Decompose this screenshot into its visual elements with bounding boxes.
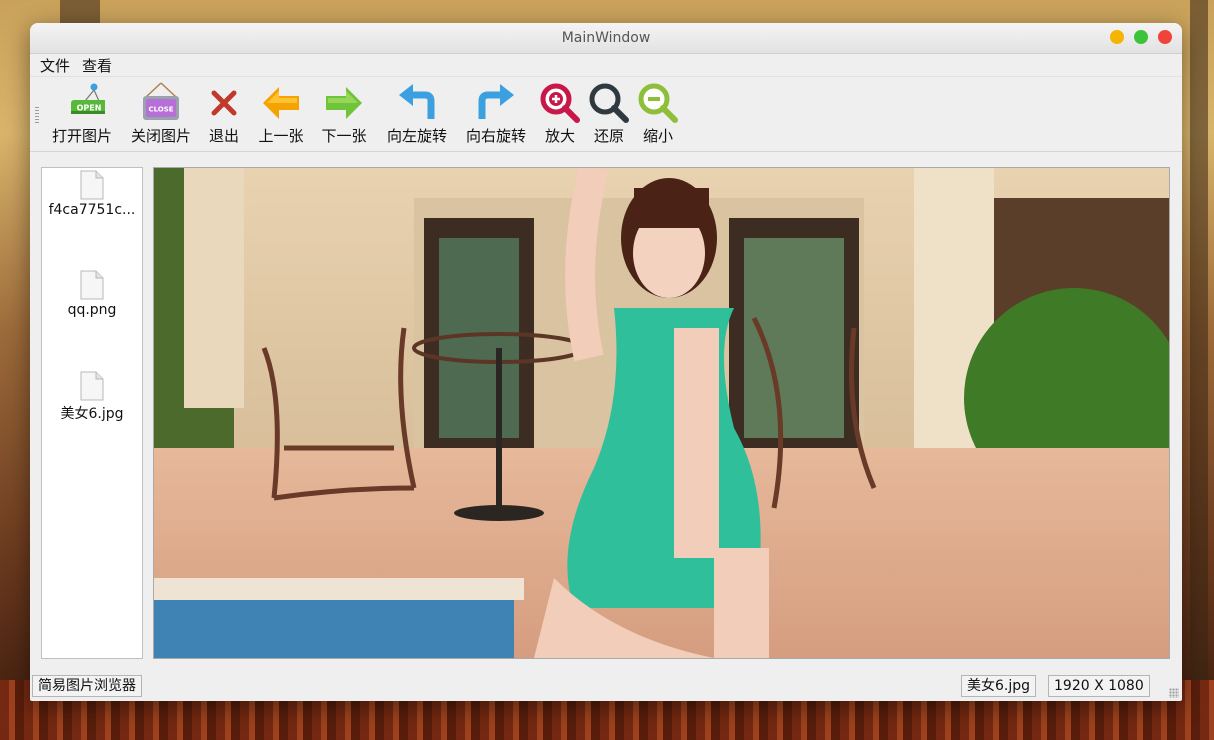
window-title: MainWindow [561, 30, 651, 46]
image-viewer[interactable] [153, 167, 1170, 659]
rotate-right-icon [473, 81, 519, 125]
app-name-label: 简易图片浏览器 [32, 675, 142, 697]
zoom-in-icon [537, 81, 583, 125]
resize-grip[interactable] [1169, 688, 1179, 698]
rotate-right-button[interactable]: 向右旋转 [464, 81, 528, 146]
zoom-reset-button[interactable]: 还原 [586, 81, 632, 146]
toolbar-label: 缩小 [642, 127, 673, 145]
previous-image-button[interactable]: 上一张 [257, 81, 305, 146]
main-window: MainWindow 文件 查看 OPEN 打开图片 CLOSE 关闭图片 退出… [30, 23, 1182, 701]
file-icon [80, 170, 104, 200]
zoom-reset-icon [586, 81, 632, 125]
toolbar-label: 向右旋转 [465, 127, 526, 145]
content-area: f4ca7751c... qq.png 美女6.jpg [30, 166, 1182, 671]
open-sign-icon: OPEN [59, 81, 105, 125]
background-tree [1190, 0, 1208, 740]
rotate-left-icon [394, 81, 440, 125]
zoom-out-button[interactable]: 缩小 [635, 81, 681, 146]
status-bar: 简易图片浏览器 美女6.jpg 1920 X 1080 [30, 671, 1182, 701]
file-list[interactable]: f4ca7751c... qq.png 美女6.jpg [41, 167, 143, 659]
close-window-button[interactable] [1158, 30, 1172, 44]
close-image-button[interactable]: CLOSE 关闭图片 [129, 81, 193, 146]
title-bar[interactable]: MainWindow [30, 23, 1182, 54]
file-icon [80, 371, 104, 401]
red-x-icon [201, 81, 247, 125]
close-icon-text: CLOSE [148, 106, 173, 114]
list-item[interactable]: qq.png [42, 270, 142, 318]
menu-view[interactable]: 查看 [76, 55, 118, 76]
toolbar-label: 上一张 [258, 127, 304, 145]
toolbar-label: 关闭图片 [130, 127, 191, 145]
current-file-label: 美女6.jpg [961, 675, 1037, 697]
toolbar-label: 还原 [593, 127, 624, 145]
close-sign-icon: CLOSE [138, 81, 184, 125]
file-name: qq.png [67, 302, 117, 318]
displayed-photo [154, 168, 1169, 658]
toolbar-label: 退出 [208, 127, 239, 145]
toolbar-grip[interactable] [35, 107, 39, 123]
arrow-right-icon [321, 81, 367, 125]
minimize-button[interactable] [1110, 30, 1124, 44]
menu-bar: 文件 查看 [30, 54, 1182, 76]
toolbar: OPEN 打开图片 CLOSE 关闭图片 退出 上一张 下一张 向左旋转 向右旋… [30, 76, 1182, 152]
list-item[interactable]: 美女6.jpg [42, 371, 142, 423]
toolbar-label: 下一张 [321, 127, 367, 145]
zoom-in-button[interactable]: 放大 [537, 81, 583, 146]
open-icon-text: OPEN [77, 104, 102, 113]
arrow-left-icon [258, 81, 304, 125]
zoom-out-icon [635, 81, 681, 125]
list-item[interactable]: f4ca7751c... [42, 170, 142, 218]
menu-file[interactable]: 文件 [34, 55, 76, 76]
toolbar-label: 打开图片 [51, 127, 112, 145]
file-icon [80, 270, 104, 300]
image-dimensions-label: 1920 X 1080 [1048, 675, 1150, 697]
open-image-button[interactable]: OPEN 打开图片 [50, 81, 114, 146]
maximize-button[interactable] [1134, 30, 1148, 44]
file-name: 美女6.jpg [60, 406, 124, 422]
toolbar-label: 向左旋转 [386, 127, 447, 145]
exit-button[interactable]: 退出 [202, 81, 246, 146]
toolbar-label: 放大 [544, 127, 575, 145]
file-name: f4ca7751c... [48, 202, 136, 218]
rotate-left-button[interactable]: 向左旋转 [385, 81, 449, 146]
next-image-button[interactable]: 下一张 [320, 81, 368, 146]
